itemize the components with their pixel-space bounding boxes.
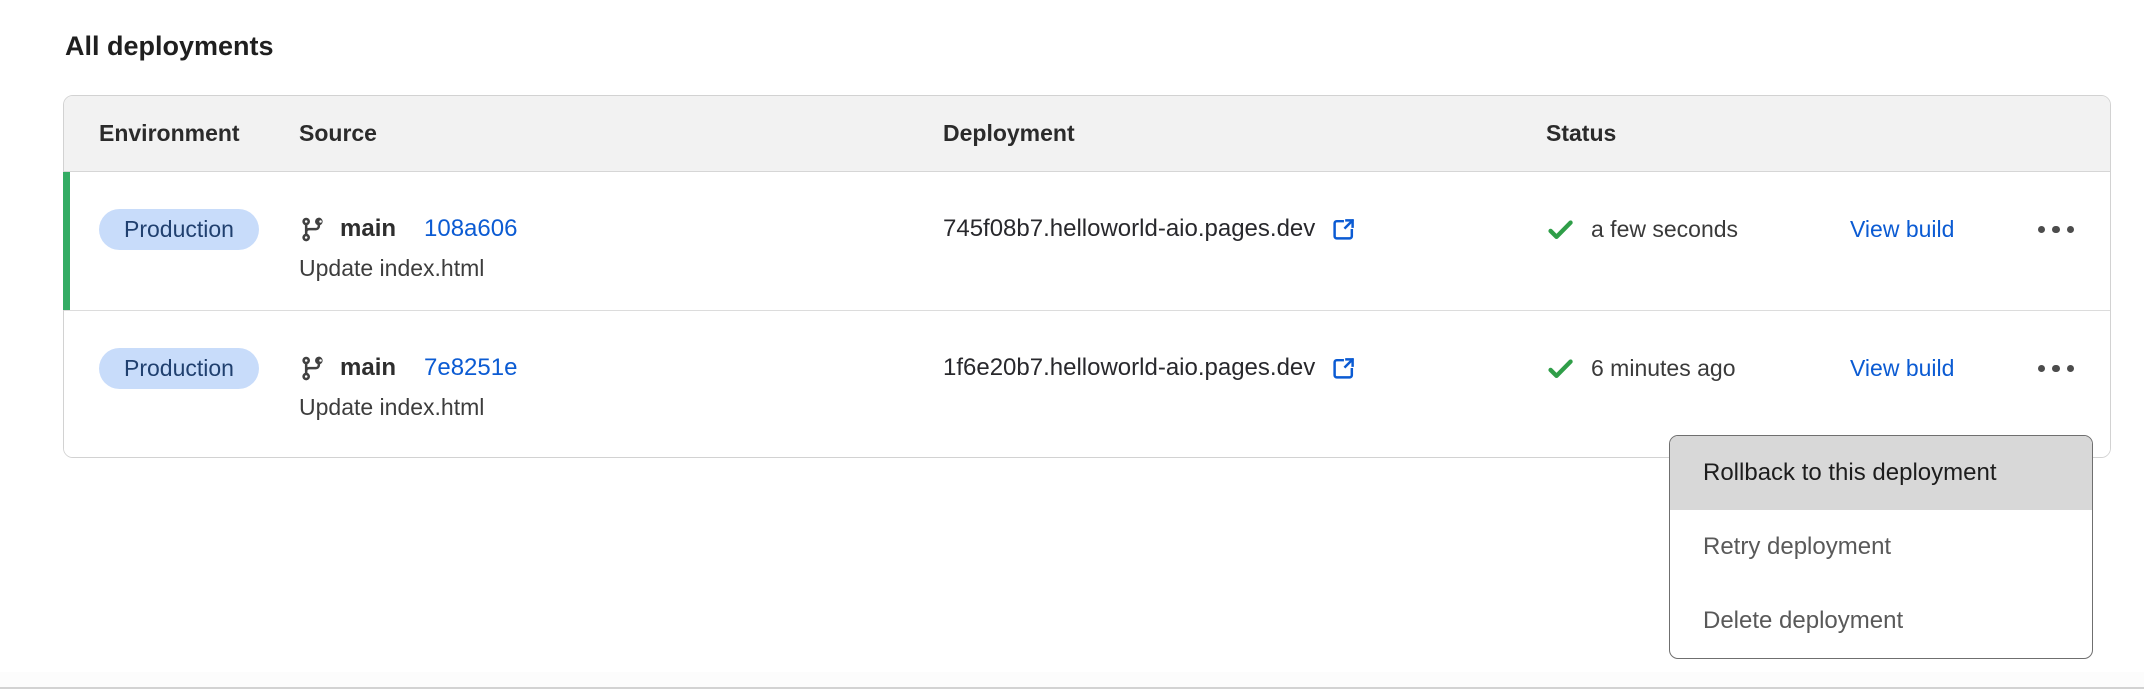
view-build-link[interactable]: View build — [1836, 355, 1954, 382]
commit-message: Update index.html — [299, 394, 943, 421]
external-link-icon[interactable] — [1330, 216, 1357, 243]
git-branch-icon — [299, 216, 326, 243]
table-header-row: Environment Source Deployment Status — [64, 96, 2110, 172]
page-title: All deployments — [65, 30, 2111, 62]
status-check-icon — [1546, 215, 1575, 244]
menu-item-rollback[interactable]: Rollback to this deployment — [1670, 436, 2092, 510]
deployment-context-menu: Rollback to this deployment Retry deploy… — [1669, 435, 2093, 659]
commit-link[interactable]: 7e8251e — [424, 354, 517, 382]
actions-cell — [2006, 172, 2080, 310]
source-cell: main 7e8251e Update index.html — [299, 311, 943, 457]
current-deployment-indicator — [63, 172, 70, 310]
ellipsis-dot — [2038, 226, 2046, 234]
source-cell: main 108a606 Update index.html — [299, 172, 943, 310]
ellipsis-dot — [2052, 365, 2060, 373]
header-environment: Environment — [99, 120, 299, 147]
header-source: Source — [299, 120, 943, 147]
commit-link[interactable]: 108a606 — [424, 215, 517, 243]
row-actions-button[interactable] — [2032, 214, 2081, 246]
ellipsis-dot — [2052, 226, 2060, 234]
branch-name: main — [340, 215, 396, 243]
header-deployment: Deployment — [943, 120, 1546, 147]
ellipsis-dot — [2067, 226, 2075, 234]
row-actions-button[interactable] — [2032, 353, 2081, 385]
deployment-url: 745f08b7.helloworld-aio.pages.dev — [943, 215, 1315, 243]
deployments-table: Environment Source Deployment Status Pro… — [63, 95, 2111, 458]
environment-badge: Production — [99, 348, 259, 389]
environment-badge: Production — [99, 209, 259, 250]
deployments-page: All deployments Environment Source Deplo… — [63, 30, 2111, 458]
status-cell: a few seconds — [1546, 172, 1836, 310]
page-bottom-divider — [0, 672, 2144, 689]
environment-cell: Production — [99, 172, 299, 310]
commit-message: Update index.html — [299, 255, 943, 282]
view-build-cell: View build — [1836, 172, 2006, 310]
environment-cell: Production — [99, 311, 299, 457]
deployment-cell: 745f08b7.helloworld-aio.pages.dev — [943, 172, 1546, 310]
status-time: a few seconds — [1591, 216, 1738, 243]
deployment-url: 1f6e20b7.helloworld-aio.pages.dev — [943, 354, 1315, 382]
header-status: Status — [1546, 120, 1836, 147]
ellipsis-dot — [2038, 365, 2046, 373]
menu-item-delete[interactable]: Delete deployment — [1670, 584, 2092, 658]
ellipsis-dot — [2067, 365, 2075, 373]
external-link-icon[interactable] — [1330, 355, 1357, 382]
table-row: Production main 108a606 Update index.htm… — [64, 172, 2110, 311]
branch-name: main — [340, 354, 396, 382]
view-build-link[interactable]: View build — [1836, 216, 1954, 243]
status-check-icon — [1546, 354, 1575, 383]
menu-item-retry[interactable]: Retry deployment — [1670, 510, 2092, 584]
git-branch-icon — [299, 355, 326, 382]
deployment-cell: 1f6e20b7.helloworld-aio.pages.dev — [943, 311, 1546, 457]
status-time: 6 minutes ago — [1591, 355, 1735, 382]
